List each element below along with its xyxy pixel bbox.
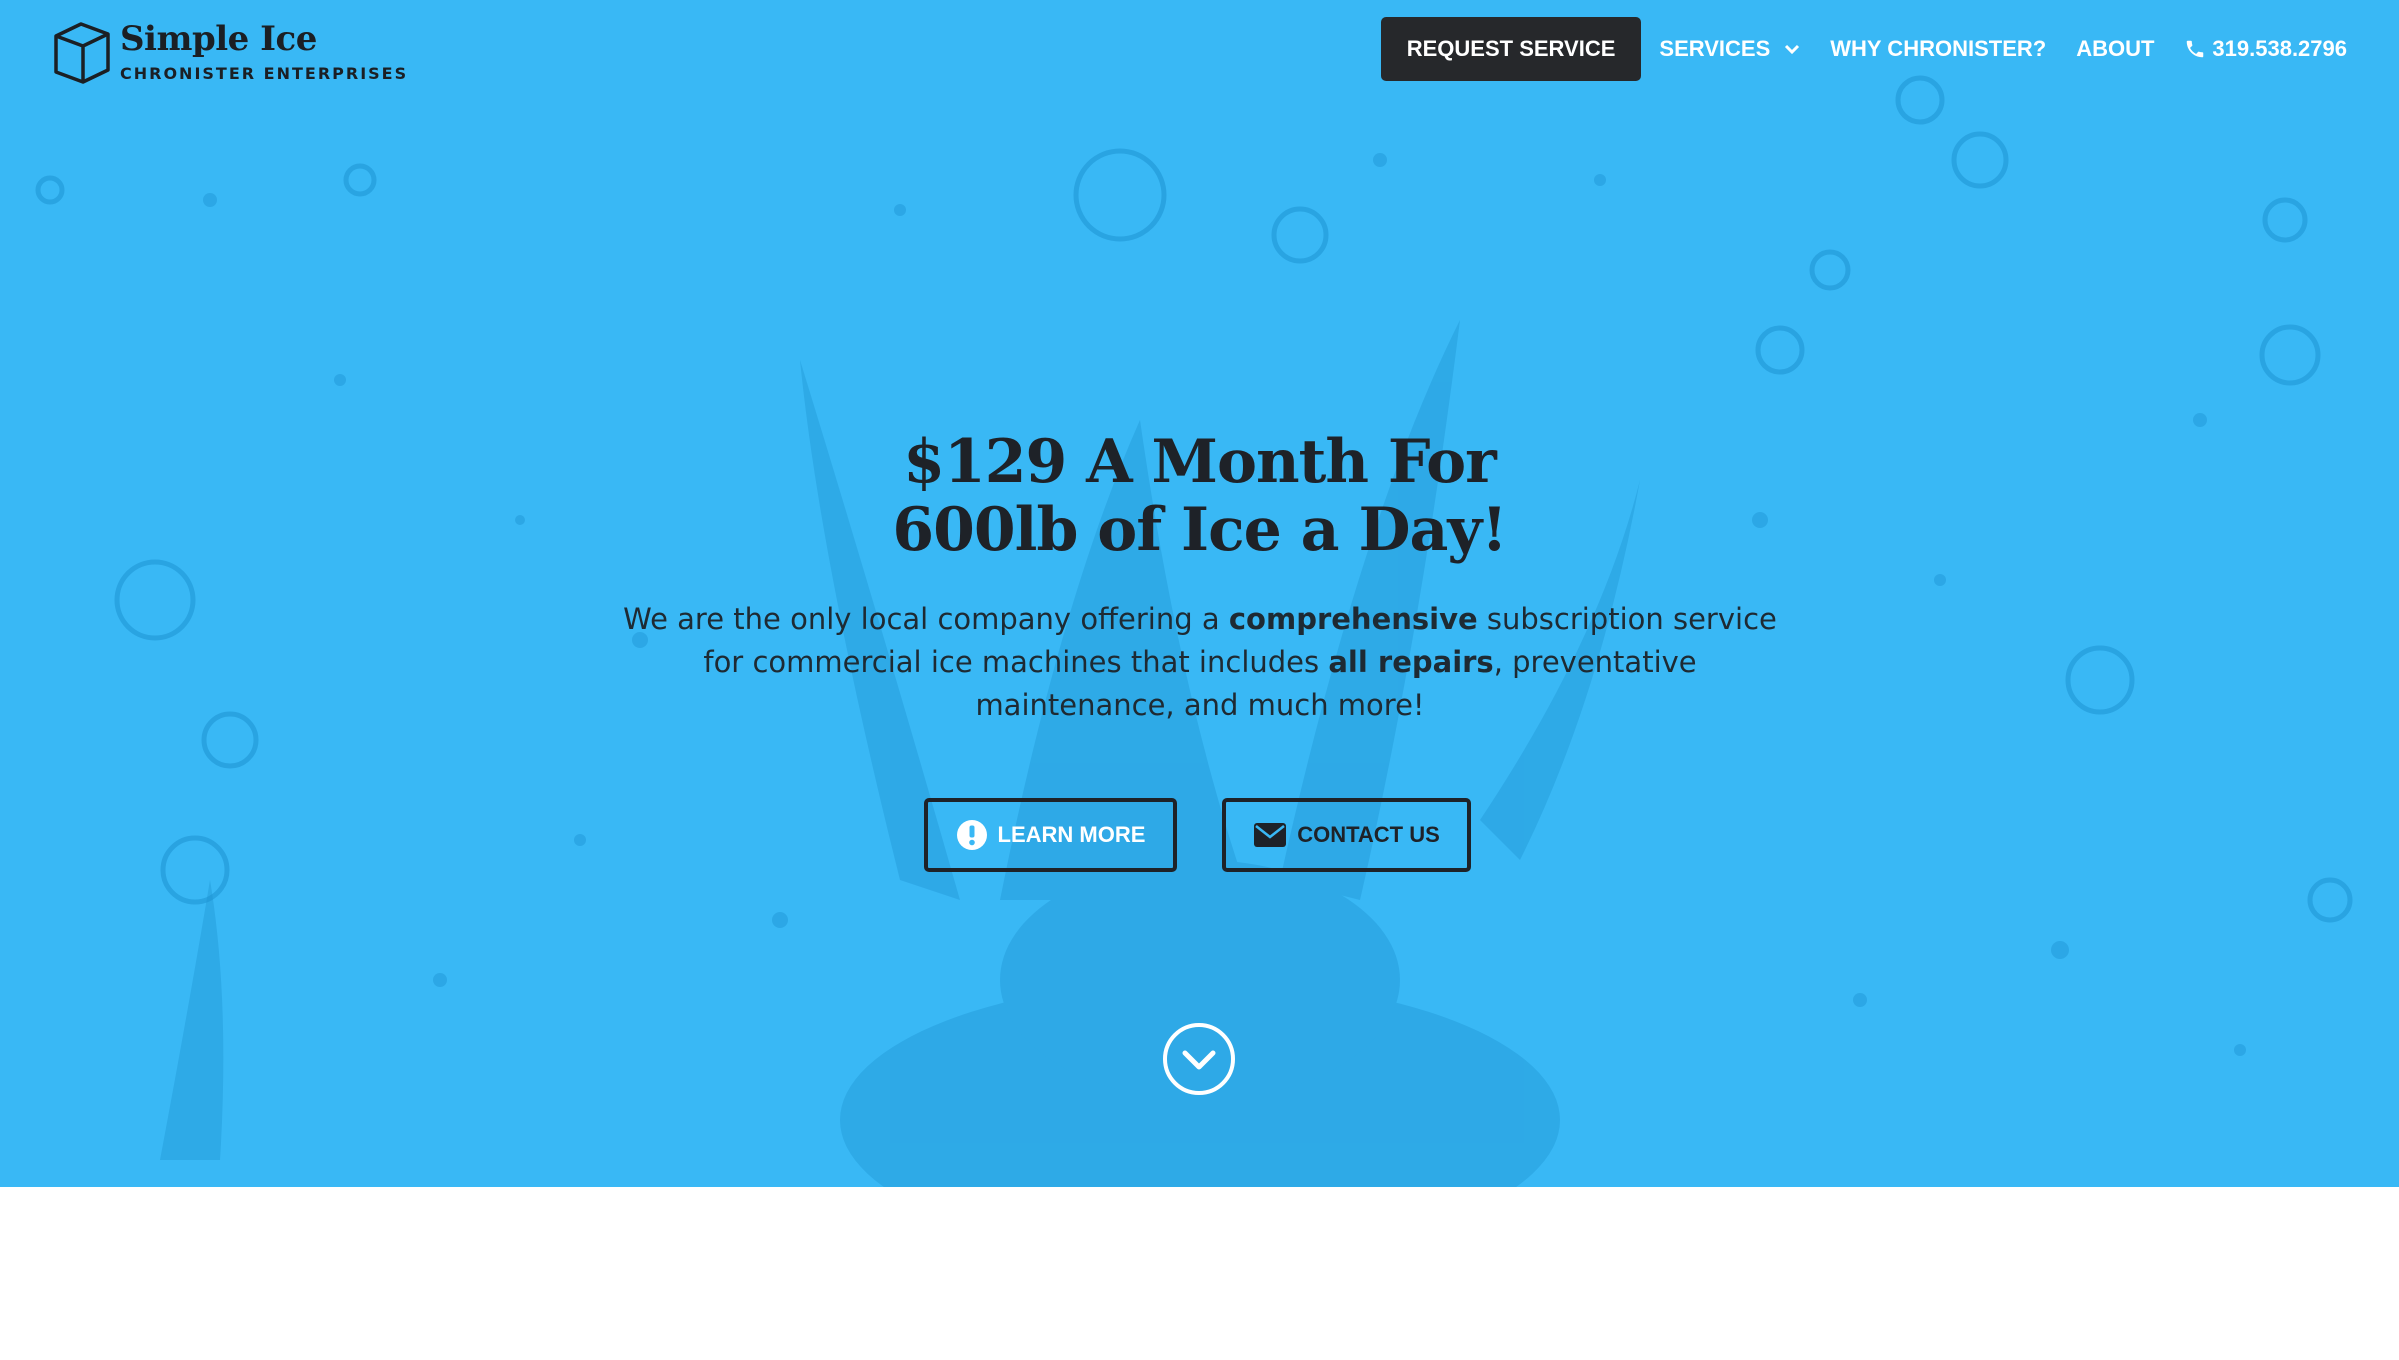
request-service-button[interactable]: REQUEST SERVICE (1380, 17, 1642, 81)
description-bold-1: comprehensive (1228, 602, 1478, 636)
contact-us-label: CONTACT US (1297, 822, 1440, 847)
water-splash-background (35, 75, 2353, 1187)
headline-line-2: 600lb of Ice a Day! (892, 495, 1507, 565)
nav-about[interactable]: ABOUT (2076, 36, 2154, 62)
description-part-1: We are the only local company offering a (623, 602, 1229, 636)
ice-cube-icon (54, 22, 110, 84)
brand-subtitle: CHRONISTER ENTERPRISES (120, 64, 409, 83)
brand-logo[interactable]: Simple Ice CHRONISTER ENTERPRISES (50, 20, 408, 84)
scroll-down-chevron-icon[interactable] (1162, 1022, 1236, 1096)
exclamation-circle-icon (956, 820, 987, 850)
hero-headline: $129 A Month For 600lb of Ice a Day! (0, 428, 2399, 564)
hero-description: We are the only local company offering a… (620, 598, 1780, 727)
main-nav: REQUEST SERVICE SERVICES WHY CHRONISTER?… (1380, 17, 2347, 81)
chevron-down-icon (1785, 44, 1800, 55)
envelope-icon (1254, 823, 1287, 847)
contact-us-button[interactable]: CONTACT US (1222, 798, 1471, 872)
headline-line-1: $129 A Month For (903, 427, 1497, 497)
hero-section: Simple Ice CHRONISTER ENTERPRISES REQUES… (0, 0, 2399, 1187)
description-bold-2: all repairs (1328, 645, 1494, 679)
learn-more-button[interactable]: LEARN MORE (924, 798, 1177, 872)
phone-icon (2187, 40, 2204, 58)
nav-services[interactable]: SERVICES (1659, 36, 1800, 62)
learn-more-label: LEARN MORE (997, 822, 1146, 847)
phone-number: 319.538.2796 (2212, 36, 2347, 61)
nav-services-label: SERVICES (1659, 36, 1771, 61)
nav-phone[interactable]: 319.538.2796 (2184, 36, 2347, 62)
nav-why-chronister[interactable]: WHY CHRONISTER? (1830, 36, 2046, 62)
brand-title: Simple Ice (120, 19, 317, 59)
